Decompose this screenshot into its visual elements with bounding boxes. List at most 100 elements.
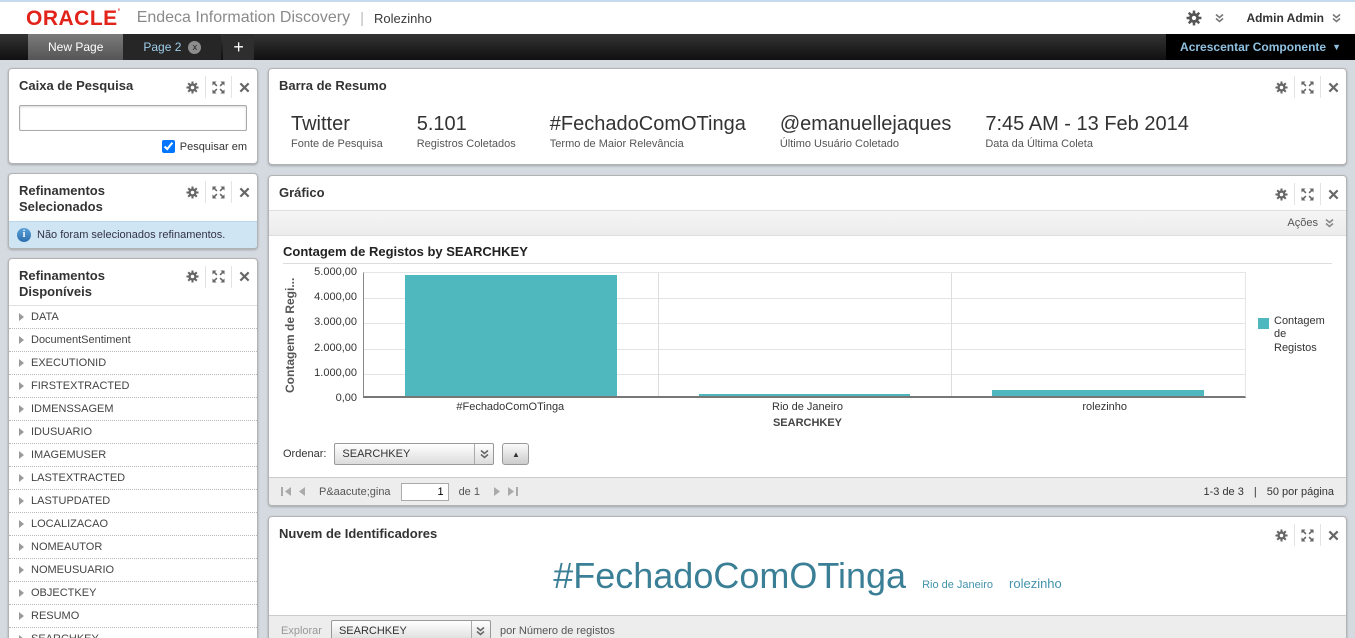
expand-icon[interactable] <box>205 76 231 98</box>
summary-metrics: Twitter Fonte de Pesquisa 5.101 Registros C… <box>269 103 1346 164</box>
refinement-item[interactable]: LASTUPDATED <box>9 490 257 513</box>
search-input[interactable] <box>19 105 247 131</box>
expand-triangle-icon <box>19 451 24 459</box>
refinement-item[interactable]: SEARCHKEY <box>9 628 257 638</box>
tag-cloud-item[interactable]: rolezinho <box>1009 576 1062 591</box>
chevron-down-icon[interactable] <box>1325 218 1334 228</box>
refinement-item[interactable]: RESUMO <box>9 605 257 628</box>
expand-icon[interactable] <box>205 181 231 203</box>
expand-triangle-icon <box>19 520 24 528</box>
y-tick-label: 2.000,00 <box>314 341 357 354</box>
expand-icon[interactable] <box>1294 524 1320 546</box>
expand-icon[interactable] <box>1294 183 1320 205</box>
add-component-button[interactable]: Acrescentar Componente ▼ <box>1166 34 1355 60</box>
expand-triangle-icon <box>19 497 24 505</box>
add-component-label: Acrescentar Componente <box>1180 40 1327 54</box>
metric-value: @emanuellejaques <box>779 113 952 135</box>
close-icon[interactable] <box>1320 524 1346 546</box>
chart-pagination: P&aacute;gina de 1 1-3 de 3 | 50 por pág… <box>269 477 1346 505</box>
close-icon[interactable] <box>231 76 257 98</box>
available-refinements-list: DATA DocumentSentiment EXECUTIONID FIRSTEXT… <box>9 305 257 638</box>
gear-icon[interactable] <box>1268 524 1294 546</box>
main-area: Barra de Resumo Twitter Fonte de Pesquisa… <box>268 68 1347 638</box>
expand-triangle-icon <box>19 543 24 551</box>
search-in-checkbox[interactable] <box>161 140 175 153</box>
tag-cloud-item[interactable]: #FechadoComOTinga <box>553 555 906 597</box>
gear-icon[interactable] <box>1268 183 1294 205</box>
tab-page-2[interactable]: Page 2 x <box>123 34 222 60</box>
gear-icon[interactable] <box>179 181 205 203</box>
refinement-item[interactable]: DATA <box>9 306 257 329</box>
refinement-item[interactable]: EXECUTIONID <box>9 352 257 375</box>
expand-triangle-icon <box>19 589 24 597</box>
ordenar-select[interactable]: SEARCHKEY <box>334 443 495 465</box>
chart-panel: Gráfico Ações Contagem de Registos by SE… <box>268 175 1347 506</box>
per-page-label[interactable]: 50 por página <box>1267 486 1334 498</box>
explore-value: SEARCHKEY <box>338 624 407 637</box>
add-page-button[interactable]: + <box>223 34 254 60</box>
chart-bar[interactable] <box>698 393 911 396</box>
user-menu[interactable]: Admin Admin <box>1246 11 1324 25</box>
expand-icon[interactable] <box>1294 76 1320 98</box>
close-tab-icon[interactable]: x <box>188 40 202 54</box>
x-category-label: rolezinho <box>1082 401 1128 413</box>
close-icon[interactable] <box>1320 76 1346 98</box>
refinement-item[interactable]: IDMENSSAGEM <box>9 398 257 421</box>
chart-bar[interactable] <box>992 390 1204 396</box>
last-page-icon[interactable] <box>507 487 518 496</box>
next-page-icon[interactable] <box>493 487 501 496</box>
chart-legend: Contagem de Registos <box>1246 272 1332 398</box>
refinement-label: LASTEXTRACTED <box>31 472 126 484</box>
page-number-input[interactable] <box>400 482 449 501</box>
gear-icon[interactable] <box>1268 76 1294 98</box>
sort-ascending-button[interactable]: ▲ <box>502 443 530 465</box>
tab-new-page[interactable]: New Page <box>28 34 124 60</box>
actions-menu[interactable]: Ações <box>1287 217 1318 229</box>
explore-select[interactable]: SEARCHKEY <box>330 619 491 638</box>
chevron-down-icon[interactable] <box>1215 13 1224 23</box>
refinement-item[interactable]: IMAGEMUSER <box>9 444 257 467</box>
gear-icon[interactable] <box>1181 7 1207 29</box>
expand-triangle-icon <box>19 405 24 413</box>
panel-title: Caixa de Pesquisa <box>19 78 134 93</box>
close-icon[interactable] <box>1320 183 1346 205</box>
refinement-item[interactable]: DocumentSentiment <box>9 329 257 352</box>
refinement-item[interactable]: LASTEXTRACTED <box>9 467 257 490</box>
refinement-item[interactable]: LOCALIZACAO <box>9 513 257 536</box>
refinement-item[interactable]: FIRSTEXTRACTED <box>9 375 257 398</box>
info-icon: i <box>17 227 31 242</box>
search-in-label: Pesquisar em <box>179 140 247 153</box>
refinement-item[interactable]: IDUSUARIO <box>9 421 257 444</box>
refinement-label: DATA <box>31 311 59 323</box>
close-icon[interactable] <box>231 265 257 288</box>
app-header: ORACLE’ Endeca Information Discovery | R… <box>0 2 1355 34</box>
chart-bar[interactable] <box>405 275 617 396</box>
explore-label: Explorar <box>281 624 322 637</box>
refinement-label: IDUSUARIO <box>31 426 93 438</box>
refinement-item[interactable]: NOMEUSUARIO <box>9 559 257 582</box>
close-icon[interactable] <box>231 181 257 203</box>
ordenar-value: SEARCHKEY <box>342 448 411 460</box>
page-tab-bar: New Page Page 2 x + Acrescentar Componen… <box>0 34 1355 60</box>
page-of-label: de 1 <box>458 485 480 498</box>
gear-icon[interactable] <box>179 266 205 288</box>
refinement-label: NOMEAUTOR <box>31 541 103 553</box>
refinement-item[interactable]: NOMEAUTOR <box>9 536 257 559</box>
tag-cloud-panel: Nuvem de Identificadores #FechadoComOTin… <box>268 516 1347 638</box>
refinement-label: DocumentSentiment <box>31 334 131 346</box>
bar-chart-plot <box>363 272 1246 398</box>
tag-cloud-item[interactable]: Rio de Janeiro <box>922 579 993 591</box>
expand-triangle-icon <box>19 612 24 620</box>
first-page-icon[interactable] <box>281 487 292 496</box>
expand-icon[interactable] <box>205 265 231 288</box>
refinement-item[interactable]: OBJECTKEY <box>9 582 257 605</box>
refinement-label: RESUMO <box>31 610 80 622</box>
gear-icon[interactable] <box>179 76 205 98</box>
previous-page-icon[interactable] <box>298 487 305 496</box>
chevron-down-icon[interactable] <box>1332 13 1341 23</box>
panel-title: Barra de Resumo <box>279 78 387 93</box>
category-separator <box>657 273 659 396</box>
metric-label: Fonte de Pesquisa <box>291 138 383 150</box>
no-refinements-message: i Não foram selecionados refinamentos. <box>9 220 257 248</box>
ordenar-label: Ordenar: <box>283 448 327 460</box>
